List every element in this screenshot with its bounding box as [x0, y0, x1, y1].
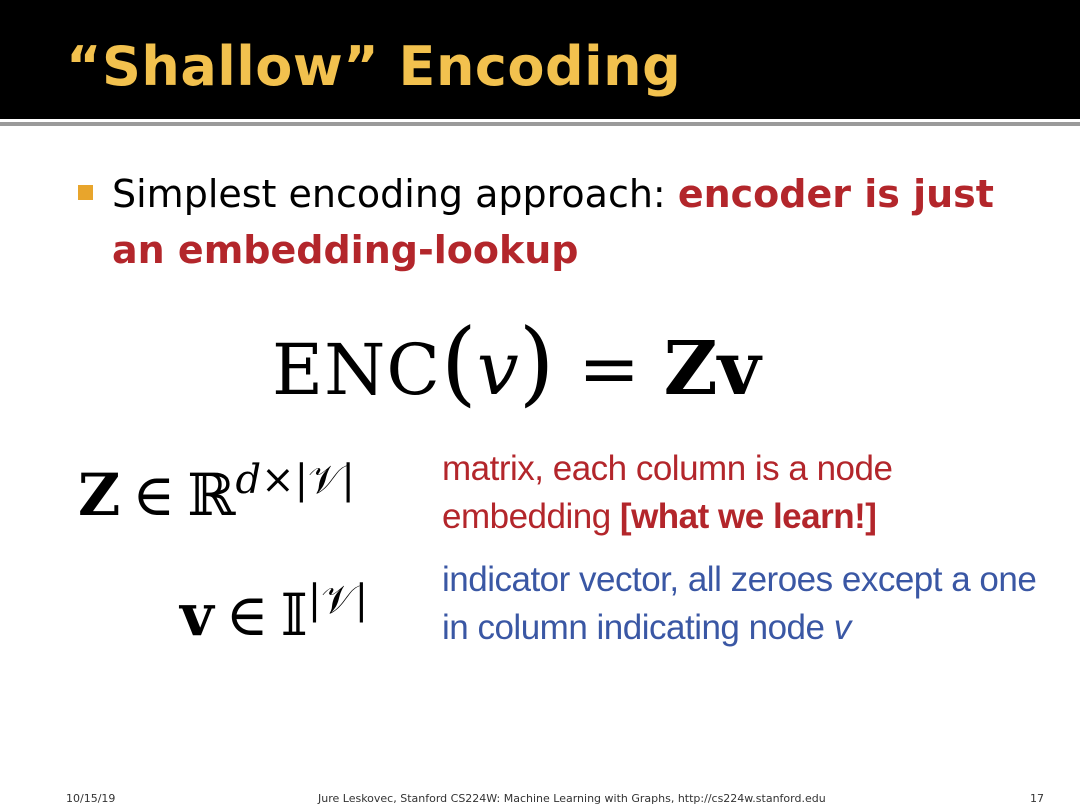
title-divider: [0, 122, 1080, 126]
z-exponent-rest: ×|𝒱|: [261, 457, 355, 503]
bullet-point: Simplest encoding approach: encoder is j…: [112, 166, 1012, 278]
bullet-plain-text: Simplest encoding approach:: [112, 172, 678, 216]
main-equation: ENC(v) = Zv: [272, 315, 761, 418]
footer-credit: Jure Leskovec, Stanford CS224W: Machine …: [318, 792, 826, 805]
z-dimension-exponent: d×|𝒱|: [235, 457, 354, 503]
z-definition-math: Z ∈ ℝd×|𝒱|: [78, 440, 355, 550]
bullet-square-icon: [78, 185, 93, 200]
equation-open-paren: (: [440, 309, 477, 416]
equation-variable: v: [476, 326, 519, 412]
equation-equals: =: [554, 326, 664, 412]
equation-close-paren: ): [518, 309, 555, 416]
z-element-of: ∈: [132, 461, 176, 529]
v-dimension-exponent: |𝒱|: [307, 577, 369, 623]
v-element-of: ∈: [225, 581, 269, 649]
z-symbol: Z: [78, 461, 121, 529]
v-definition-math: v ∈ 𝕀|𝒱|: [180, 565, 368, 665]
z-description-emphasis: [what we learn!]: [619, 497, 877, 536]
z-description: matrix, each column is a node embedding …: [442, 445, 1062, 541]
slide-title: “Shallow” Encoding: [66, 35, 682, 98]
footer-date: 10/15/19: [66, 792, 116, 805]
title-bar: “Shallow” Encoding: [0, 0, 1080, 119]
v-description-variable: v: [833, 608, 852, 647]
v-description-text: indicator vector, all zeroes except a on…: [442, 560, 1037, 647]
footer-page-number: 17: [1030, 792, 1044, 805]
v-indicator-space: 𝕀: [280, 581, 308, 649]
z-real-space: ℝ: [187, 461, 236, 529]
equation-rhs: Zv: [663, 326, 761, 412]
v-symbol: v: [180, 581, 214, 649]
slide: “Shallow” Encoding Simplest encoding app…: [0, 0, 1080, 810]
v-description: indicator vector, all zeroes except a on…: [442, 556, 1062, 652]
equation-enc: ENC: [272, 329, 441, 411]
z-exponent-d: d: [235, 457, 262, 503]
